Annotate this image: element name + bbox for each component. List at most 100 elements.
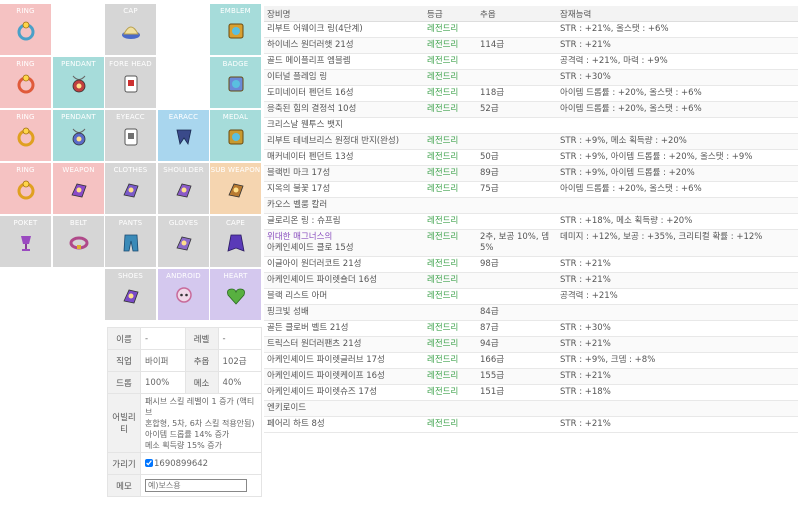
hide-checkbox[interactable]	[145, 458, 153, 467]
slot-emblem[interactable]: EMBLEM	[210, 4, 262, 56]
ability-line: 혼합형, 5차, 6차 스킬 적용안됨)	[145, 418, 255, 428]
table-row: 위대한 매그너스의 아케인셰이드 클로 15성 레전드리 2추, 보공 10%, 뎀 …	[264, 229, 798, 257]
table-row: 블랙빈 마크 17성 레전드리 89급 STR : +9%, 아이템 드롭률 : +2…	[264, 165, 798, 182]
table-row: 엔키로이드	[264, 400, 798, 417]
chuok-cell	[477, 272, 557, 289]
slot-cap[interactable]: CAP	[105, 4, 157, 56]
potential-cell: 아이템 드롭률 : +20%, 올스탯 : +6%	[557, 101, 798, 118]
equipment-name-cell: 이글아이 원더러코트 21성	[264, 256, 424, 273]
slot-cape[interactable]: CAPE	[210, 216, 262, 268]
slot-label: WEAPON	[62, 166, 95, 174]
slot-earacc[interactable]: EARACC	[158, 110, 210, 162]
slot-label: SHOES	[117, 272, 144, 280]
potential-cell: STR : +21%	[557, 368, 798, 385]
pendant-icon	[72, 75, 85, 93]
slot-subweapon[interactable]: SUB WEAPON	[210, 163, 262, 215]
chuok-cell: 114급	[477, 37, 557, 54]
grade-cell: 레전드리	[424, 416, 477, 433]
slot-weapon[interactable]: WEAPON	[53, 163, 105, 215]
slot-clothes[interactable]: CLOTHES	[105, 163, 157, 215]
slot-poket[interactable]: POKET	[0, 216, 52, 268]
hide-value: 1690899642	[154, 458, 209, 469]
ability-label: 어빌리티	[107, 393, 141, 453]
header-name: 장비명	[264, 6, 424, 22]
table-row: 하이네스 원더러햇 21성 레전드리 114급 STR : +21%	[264, 37, 798, 54]
equipment-name-main: 아케인셰이드 클로 15성	[267, 243, 354, 253]
potential-cell: STR : +18%	[557, 384, 798, 401]
shoulder-icon	[175, 183, 192, 198]
slot-label: CAPE	[225, 219, 246, 227]
potential-cell: STR : +9%, 아이템 드롭률 : +20%, 올스탯 : +9%	[557, 149, 798, 166]
slot-label: FORE HEAD	[109, 60, 152, 68]
slot-pendant2[interactable]: PENDANT	[53, 110, 105, 162]
grade-cell: 레전드리	[424, 384, 477, 401]
slot-forehead[interactable]: FORE HEAD	[105, 57, 157, 109]
job-label: 직업	[107, 349, 141, 372]
slot-label: RING	[16, 7, 35, 15]
drop-value: 100%	[140, 371, 186, 394]
slot-eyeacc[interactable]: EYEACC	[105, 110, 157, 162]
slot-shoes[interactable]: SHOES	[105, 269, 157, 321]
equipment-name-cell: 골드 메이플리프 엠블렘	[264, 53, 424, 70]
slot-heart[interactable]: HEART	[210, 269, 262, 321]
slot-ring1[interactable]: RING	[0, 4, 52, 56]
grade-cell: 레전드리	[424, 368, 477, 385]
equipment-name-cell: 매커네이터 펜던트 13성	[264, 149, 424, 166]
equipment-table-header: 장비명 등급 추옵 잠재능력	[264, 6, 798, 22]
header-grade: 등급	[424, 6, 477, 22]
chuok-cell	[477, 197, 557, 214]
table-row: 아케인셰이드 파이렛케이프 16성 레전드리 155급 STR : +21%	[264, 368, 798, 385]
header-chuok: 추옵	[477, 6, 557, 22]
equipment-name-cell: 블랙 리스트 아머	[264, 288, 424, 305]
ring-icon	[17, 180, 34, 200]
pocket-icon	[20, 236, 31, 251]
potential-cell: 아이템 드롭률 : +20%, 올스탯 : +6%	[557, 85, 798, 102]
table-row: 글로리온 링 : 슈프림 레전드리 STR : +18%, 메소 획득량 : +20…	[264, 213, 798, 230]
potential-cell: STR : +18%, 메소 획득량 : +20%	[557, 213, 798, 230]
slot-label: RING	[16, 113, 35, 121]
grade-cell: 레전드리	[424, 165, 477, 182]
chuok-cell: 89급	[477, 165, 557, 182]
equipment-table: 장비명 등급 추옵 잠재능력 리부트 어웨이크 링(4단계) 레전드리 STR : …	[264, 6, 798, 433]
slot-label: CAP	[123, 7, 138, 15]
equipment-name-cell: 지옥의 불꽃 17성	[264, 181, 424, 198]
grade-cell: 레전드리	[424, 336, 477, 353]
forehead-icon	[124, 75, 137, 93]
slot-shoulder[interactable]: SHOULDER	[158, 163, 210, 215]
grade-cell: 레전드리	[424, 288, 477, 305]
chuok-cell	[477, 117, 557, 134]
slot-gloves[interactable]: GLOVES	[158, 216, 210, 268]
memo-label: 메모	[107, 474, 141, 497]
chuok-cell: 75급	[477, 181, 557, 198]
slot-pants[interactable]: PANTS	[105, 216, 157, 268]
grade-cell: 레전드리	[424, 149, 477, 166]
equipment-name-cell: 아케인셰이드 파이렛숄더 16성	[264, 272, 424, 289]
slot-pendant1[interactable]: PENDANT	[53, 57, 105, 109]
chuok-cell	[477, 288, 557, 305]
table-row: 리부트 테네브리스 원정대 반지(완성) 레전드리 STR : +9%, 메소 획득…	[264, 133, 798, 150]
memo-cell	[140, 474, 262, 497]
grade-cell: 레전드리	[424, 256, 477, 273]
slot-ring3[interactable]: RING	[0, 110, 52, 162]
table-row: 아케인셰이드 파이렛숄더 16성 레전드리 STR : +21%	[264, 272, 798, 289]
equipment-name-cell: 글로리온 링 : 슈프림	[264, 213, 424, 230]
equipment-name-cell: 골든 클로버 벨트 21성	[264, 320, 424, 337]
slot-android[interactable]: ANDROID	[158, 269, 210, 321]
grade-cell	[424, 304, 477, 321]
chuok-cell: 155급	[477, 368, 557, 385]
slot-label: SHOULDER	[163, 166, 204, 174]
chuok-cell: 50급	[477, 149, 557, 166]
level-value: -	[217, 327, 263, 350]
slot-belt[interactable]: BELT	[53, 216, 105, 268]
table-row: 도미네이터 펜던트 16성 레전드리 118급 아이템 드롭률 : +20%, 올스탯…	[264, 85, 798, 102]
slot-ring4[interactable]: RING	[0, 163, 52, 215]
slot-ring2[interactable]: RING	[0, 57, 52, 109]
meso-label: 메소	[184, 371, 219, 394]
equipment-name-prefix: 위대한 매그너스의	[267, 232, 333, 242]
gloves-icon	[175, 236, 192, 251]
memo-input[interactable]	[145, 479, 247, 492]
table-row: 리부트 어웨이크 링(4단계) 레전드리 STR : +21%, 올스탯 : +6%	[264, 21, 798, 38]
slot-badge[interactable]: BADGE	[210, 57, 262, 109]
weapon-icon	[70, 183, 87, 198]
slot-medal[interactable]: MEDAL	[210, 110, 262, 162]
